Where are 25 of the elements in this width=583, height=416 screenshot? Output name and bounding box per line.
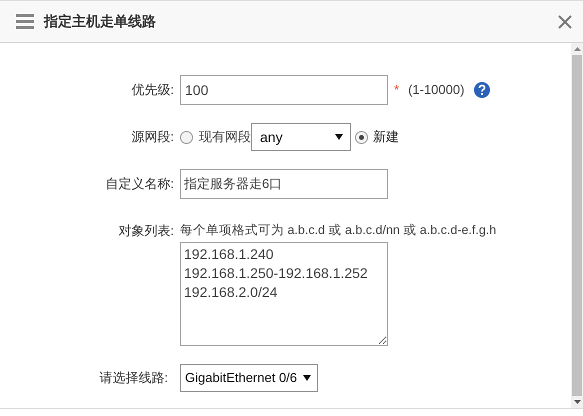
field-label: 对象列表: — [117, 222, 175, 240]
format-hint: 每个单项格式可为 a.b.c.d 或 a.b.c.d/nn 或 a.b.c.d-e.f.g.h — [180, 222, 496, 240]
input-field[interactable]: 指定服务器走6口 — [180, 169, 388, 199]
input-field[interactable]: 100 — [180, 75, 388, 105]
radio-button[interactable] — [355, 130, 368, 144]
menu-icon — [16, 14, 34, 29]
radio-label: 新建 — [373, 128, 399, 146]
field-label: 请选择线路: — [98, 368, 169, 387]
radio-label: 现有网段 — [199, 128, 251, 146]
network-select[interactable]: any — [251, 123, 351, 151]
caret-icon — [335, 134, 343, 140]
scroll-up-icon[interactable] — [574, 47, 580, 51]
dialog-title: 指定主机走单线路 — [44, 12, 156, 31]
radio-button[interactable] — [180, 130, 193, 144]
range-hint: (1-10000) — [408, 81, 464, 100]
caret-icon — [303, 374, 312, 380]
required-mark: * — [394, 81, 400, 100]
object-list-field[interactable]: 192.168.1.240 192.168.1.250-192.168.1.252 192.168.2.0/24 — [180, 242, 388, 346]
field-label: 优先级: — [130, 81, 175, 100]
line-select[interactable]: GigabitEthernet 0/6 — [180, 364, 318, 392]
scrollbar[interactable] — [571, 43, 583, 408]
field-label: 源网段: — [130, 128, 175, 146]
field-label: 自定义名称: — [104, 175, 175, 194]
scroll-down-icon[interactable] — [574, 400, 580, 404]
help-icon[interactable] — [474, 82, 490, 98]
